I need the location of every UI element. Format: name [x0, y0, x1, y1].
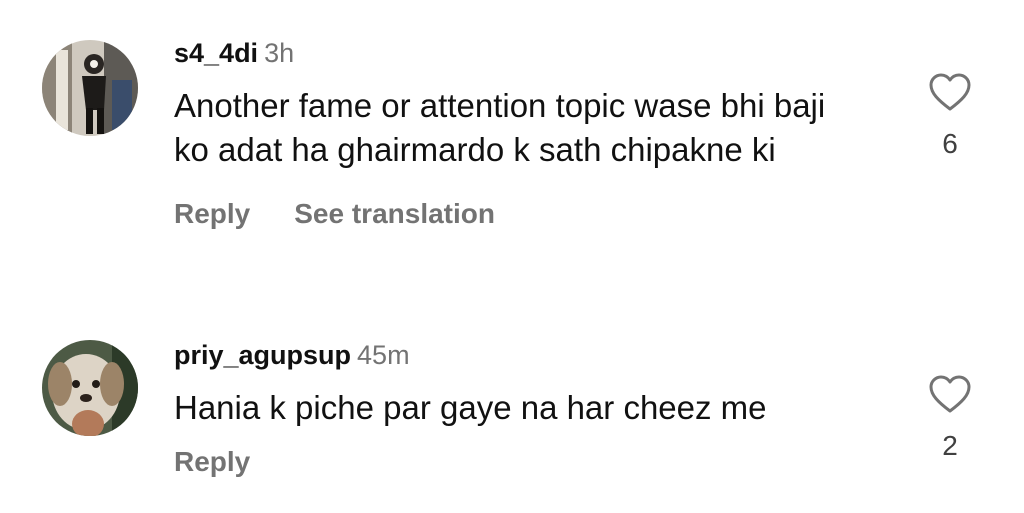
comment-actions: Reply See translation — [174, 196, 874, 232]
comment-meta: s4_4di 3h — [174, 34, 874, 72]
comment-actions: Reply — [174, 444, 874, 480]
like-control: 2 — [920, 374, 980, 464]
avatar[interactable] — [42, 340, 138, 436]
comment-text: Another fame or attention topic wase bhi… — [174, 87, 826, 168]
comment-meta: priy_agupsup 45m — [174, 336, 874, 374]
username-link[interactable]: priy_agupsup — [174, 340, 351, 370]
comment-item: s4_4di 3h Another fame or attention topic… — [0, 0, 1024, 290]
heart-icon[interactable] — [928, 374, 972, 414]
comment-item: priy_agupsup 45m Hania k piche par gaye n… — [0, 330, 1024, 513]
avatar[interactable] — [42, 40, 138, 136]
see-translation-button[interactable]: See translation — [294, 198, 495, 229]
comment-timestamp: 3h — [264, 38, 295, 68]
comment-text: Hania k piche par gaye na har cheez me — [174, 389, 767, 426]
reply-button[interactable]: Reply — [174, 446, 250, 477]
comment-body: priy_agupsup 45m Hania k piche par gaye n… — [174, 336, 874, 480]
comment-body: s4_4di 3h Another fame or attention topic… — [174, 34, 874, 232]
profile-photo-dog-icon — [42, 340, 138, 436]
like-count: 2 — [942, 430, 958, 461]
like-count: 6 — [942, 128, 958, 159]
like-control: 6 — [920, 72, 980, 162]
comment-timestamp: 45m — [357, 340, 410, 370]
username-link[interactable]: s4_4di — [174, 38, 258, 68]
profile-photo-person-icon — [42, 40, 138, 136]
reply-button[interactable]: Reply — [174, 198, 250, 229]
heart-icon[interactable] — [928, 72, 972, 112]
